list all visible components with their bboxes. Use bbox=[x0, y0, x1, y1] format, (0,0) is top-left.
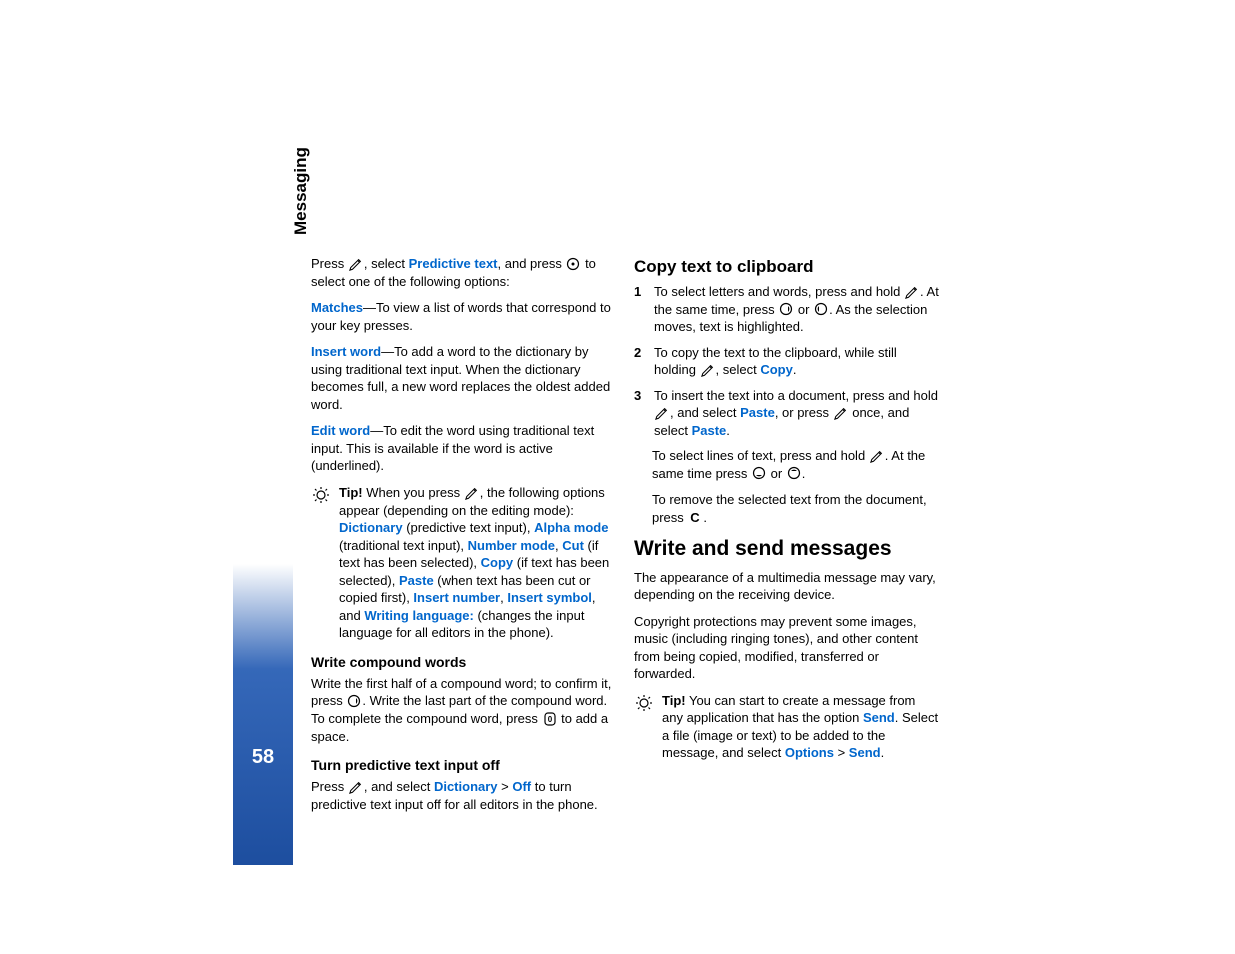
tip-icon bbox=[634, 692, 654, 712]
sidebar: Messaging 58 bbox=[233, 165, 293, 865]
link-cut[interactable]: Cut bbox=[562, 538, 584, 553]
link-alpha-mode[interactable]: Alpha mode bbox=[534, 520, 608, 535]
link-copy[interactable]: Copy bbox=[760, 362, 793, 377]
paragraph: Press , and select Dictionary > Off to t… bbox=[311, 778, 616, 813]
link-copy[interactable]: Copy bbox=[481, 555, 514, 570]
link-insert-word[interactable]: Insert word bbox=[311, 344, 381, 359]
link-number-mode[interactable]: Number mode bbox=[468, 538, 555, 553]
link-paste[interactable]: Paste bbox=[399, 573, 434, 588]
link-options[interactable]: Options bbox=[785, 745, 834, 760]
paragraph: Insert word—To add a word to the diction… bbox=[311, 343, 616, 413]
paragraph: Write the first half of a compound word;… bbox=[311, 675, 616, 745]
subheading: Write compound words bbox=[311, 654, 616, 670]
link-insert-number[interactable]: Insert number bbox=[413, 590, 500, 605]
pen-icon bbox=[869, 449, 885, 463]
heading: Write and send messages bbox=[634, 537, 939, 561]
nav-right-icon bbox=[346, 694, 362, 708]
tip-icon bbox=[311, 484, 331, 504]
paragraph: Matches—To view a list of words that cor… bbox=[311, 299, 616, 334]
nav-right-icon bbox=[778, 302, 794, 316]
list-item: 3 To insert the text into a document, pr… bbox=[634, 387, 939, 440]
key-c-icon bbox=[687, 511, 703, 525]
tip-label: Tip! bbox=[662, 693, 686, 708]
page: Messaging 58 Press , select Predictive t… bbox=[233, 165, 993, 865]
paragraph: To remove the selected text from the doc… bbox=[634, 491, 939, 526]
heading: Copy text to clipboard bbox=[634, 257, 939, 277]
link-send[interactable]: Send bbox=[863, 710, 895, 725]
link-edit-word[interactable]: Edit word bbox=[311, 423, 370, 438]
ordered-list: 1 To select letters and words, press and… bbox=[634, 283, 939, 439]
link-send[interactable]: Send bbox=[849, 745, 881, 760]
link-predictive-text[interactable]: Predictive text bbox=[409, 256, 498, 271]
pen-icon bbox=[904, 285, 920, 299]
nav-center-icon bbox=[565, 257, 581, 271]
key-0-icon bbox=[542, 712, 558, 726]
pen-icon bbox=[464, 486, 480, 500]
content: Press , select Predictive text, and pres… bbox=[311, 255, 951, 822]
pen-icon bbox=[700, 363, 716, 377]
section-label: Messaging bbox=[291, 175, 311, 235]
link-dictionary[interactable]: Dictionary bbox=[339, 520, 403, 535]
link-writing-language[interactable]: Writing language: bbox=[364, 608, 474, 623]
column-right: Copy text to clipboard 1 To select lette… bbox=[634, 255, 939, 822]
link-insert-symbol[interactable]: Insert symbol bbox=[507, 590, 592, 605]
paragraph: The appearance of a multimedia message m… bbox=[634, 569, 939, 604]
paragraph: To select lines of text, press and hold … bbox=[634, 447, 939, 482]
tip-label: Tip! bbox=[339, 485, 363, 500]
link-off[interactable]: Off bbox=[512, 779, 531, 794]
paragraph: Press , select Predictive text, and pres… bbox=[311, 255, 616, 290]
link-paste[interactable]: Paste bbox=[740, 405, 775, 420]
list-item: 2 To copy the text to the clipboard, whi… bbox=[634, 344, 939, 379]
pen-icon bbox=[654, 406, 670, 420]
nav-left-icon bbox=[813, 302, 829, 316]
paragraph: Copyright protections may prevent some i… bbox=[634, 613, 939, 683]
tip-block: Tip! When you press , the following opti… bbox=[311, 484, 616, 642]
paragraph: Edit word—To edit the word using traditi… bbox=[311, 422, 616, 475]
link-dictionary[interactable]: Dictionary bbox=[434, 779, 498, 794]
pen-icon bbox=[348, 780, 364, 794]
link-paste[interactable]: Paste bbox=[692, 423, 727, 438]
list-item: 1 To select letters and words, press and… bbox=[634, 283, 939, 336]
subheading: Turn predictive text input off bbox=[311, 757, 616, 773]
column-left: Press , select Predictive text, and pres… bbox=[311, 255, 616, 822]
pen-icon bbox=[348, 257, 364, 271]
tip-block: Tip! You can start to create a message f… bbox=[634, 692, 939, 762]
nav-down-icon bbox=[751, 466, 767, 480]
page-number: 58 bbox=[233, 746, 293, 769]
nav-up-icon bbox=[786, 466, 802, 480]
pen-icon bbox=[833, 406, 849, 420]
link-matches[interactable]: Matches bbox=[311, 300, 363, 315]
